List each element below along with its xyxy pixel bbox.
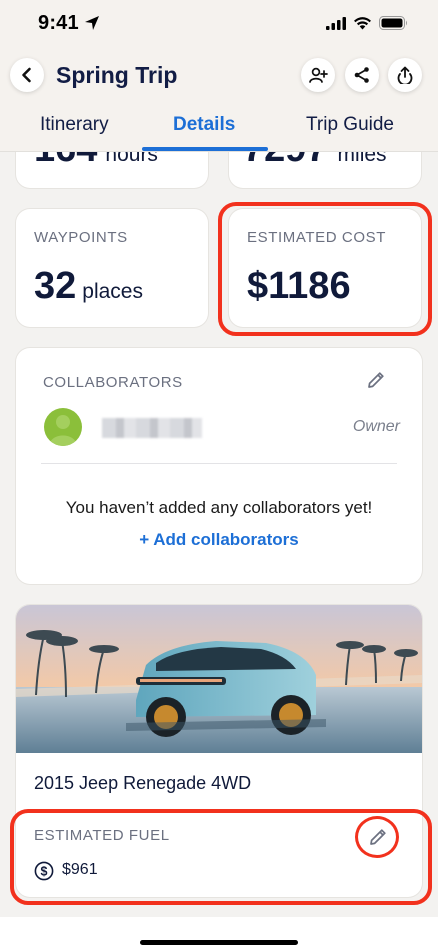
battery-icon: [379, 16, 407, 30]
tab-bar: Itinerary Details Trip Guide: [0, 100, 438, 152]
back-button[interactable]: [10, 58, 44, 92]
estimated-fuel-label: ESTIMATED FUEL: [34, 827, 170, 844]
estimated-cost-card: ESTIMATED COST $1186: [229, 209, 421, 327]
edit-collaborators-pencil-icon[interactable]: [366, 370, 386, 390]
tab-details[interactable]: Details: [173, 114, 235, 136]
estimated-cost-value: $1186: [247, 265, 351, 307]
tab-itinerary[interactable]: Itinerary: [40, 114, 109, 136]
add-person-icon: [309, 67, 328, 83]
page-title: Spring Trip: [56, 62, 178, 88]
status-time: 9:41: [38, 12, 79, 34]
avatar: [44, 408, 82, 446]
export-button[interactable]: [388, 58, 422, 92]
tab-trip-guide[interactable]: Trip Guide: [306, 114, 394, 136]
wifi-icon: [354, 17, 371, 30]
vehicle-name: 2015 Jeep Renegade 4WD: [34, 773, 252, 793]
divider: [41, 463, 397, 464]
location-arrow-icon: [85, 16, 99, 30]
nav-header: Spring Trip: [0, 52, 438, 100]
vehicle-image: [16, 605, 422, 753]
collaborators-label: COLLABORATORS: [43, 374, 183, 391]
person-silhouette-icon: [49, 415, 77, 446]
add-collaborator-button[interactable]: [301, 58, 335, 92]
empty-collaborators-message: You haven’t added any collaborators yet!: [65, 498, 373, 517]
distance-unit: miles: [337, 152, 387, 166]
details-content[interactable]: 164hours 7297miles WAYPOINTS 32places ES…: [0, 152, 438, 917]
svg-text:$: $: [41, 865, 48, 879]
duration-value: 164hours: [34, 152, 158, 171]
duration-unit: hours: [105, 152, 158, 166]
duration-card: 164hours: [16, 152, 208, 188]
waypoints-value: 32 places: [34, 265, 143, 307]
estimated-fuel-value: $961: [62, 861, 98, 878]
share-button[interactable]: [345, 58, 379, 92]
status-bar: 9:41: [0, 0, 438, 52]
dollar-circle-icon: $: [34, 861, 54, 881]
car-illustration: [16, 605, 422, 753]
waypoints-unit: places: [82, 280, 143, 303]
share-nodes-icon: [354, 67, 369, 83]
chevron-left-icon: [22, 67, 31, 83]
status-indicators: [326, 16, 408, 30]
active-tab-indicator: [142, 147, 268, 151]
distance-card: 7297miles: [229, 152, 421, 188]
pencil-highlight-annotation: [355, 816, 399, 858]
distance-value: 7297miles: [243, 152, 387, 171]
collaborator-name-redacted: [102, 418, 202, 438]
waypoints-card: WAYPOINTS 32 places: [16, 209, 208, 327]
vehicle-card: 2015 Jeep Renegade 4WD ESTIMATED FUEL $ …: [16, 605, 422, 897]
home-indicator[interactable]: [140, 940, 298, 945]
add-collaborators-link[interactable]: + Add collaborators: [16, 530, 422, 550]
cellular-signal-icon: [326, 16, 346, 30]
estimated-cost-label: ESTIMATED COST: [247, 229, 386, 246]
collaborators-card: COLLABORATORS Owner You haven’t added an…: [16, 348, 422, 584]
waypoints-label: WAYPOINTS: [34, 229, 128, 246]
owner-role: Owner: [352, 418, 400, 435]
home-indicator-area: [0, 917, 438, 952]
export-icon: [397, 66, 413, 84]
